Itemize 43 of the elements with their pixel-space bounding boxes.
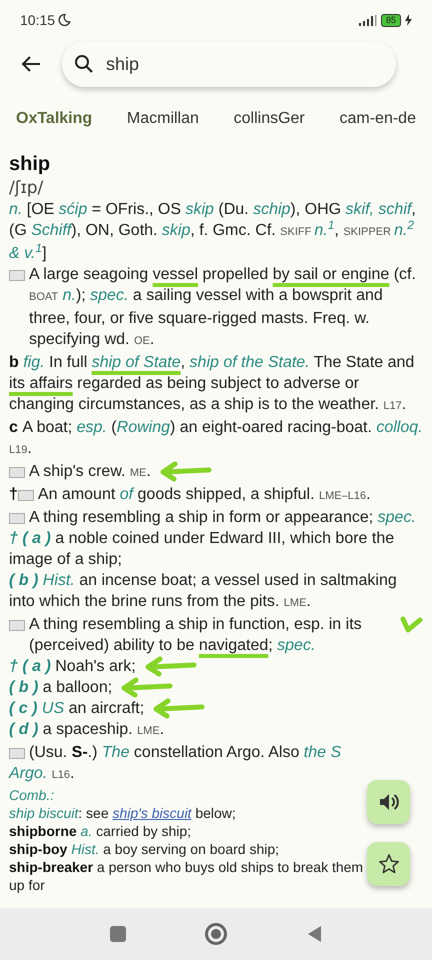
combination-text: ship-breaker a person who buys old ships to break them up for [9,858,364,894]
dictionary-tab[interactable]: OxTalking [8,101,100,137]
signal-icon [358,14,377,26]
favorite-button[interactable] [367,842,410,886]
definition-text: ( b ) Hist. an incense boat; a vessel used in saltmaking into which the brine runs from the pits. LME. [9,571,398,612]
dagger-mark: † [9,485,18,505]
back-nav-button[interactable] [306,925,322,943]
definition-text: b fig. In full ship of State, ship of the State. The State and its affairs regarded as being subject to adverse or changing circumstances, as a ship is to the weather. L17. [9,353,416,415]
definition-text: A ship's crew. ME. [29,462,151,482]
star-icon [378,853,400,875]
dictionary-tab[interactable]: Macmillan [118,101,207,137]
charging-icon [405,14,412,26]
moon-icon [57,13,72,27]
definition-text: (Usu. S-.) The constellation Argo. Also the S [29,743,342,763]
definition-text: c A boat; esp. (Rowing) an eight-oared racing-boat. colloq. L19. [9,418,423,459]
combination-text: ship biscuit: see ship's biscuit below; [9,804,236,822]
dictionary-tab[interactable]: cam-en-de [331,101,424,137]
search-field[interactable]: ship [62,41,396,87]
definition-text: ( b ) a balloon; [9,678,112,698]
combination-text: Comb.: [9,786,54,804]
definition-text: A large seagoing vessel propelled by sail or engine (cf. BOAT n.); spec. a sailing vessel with a bowsprit and three, four, or five square-rigged masts. Freq. w. specifying wd. OE. [29,265,417,350]
definition-text: A thing resembling a ship in function, esp. in its (perceived) ability to be navigated; spec. [29,615,363,656]
status-time: 10:15 [20,10,56,30]
headword: ship [9,152,52,177]
speaker-icon [378,792,400,812]
recent-apps-button[interactable] [110,926,126,942]
definition-text: ( c ) US an aircraft; [9,699,144,719]
home-button[interactable] [204,923,227,945]
definition-text: † ( a ) a noble coined under Edward III, which bore the image of a ship; [9,529,396,570]
dictionary-tab[interactable]: collinsGer [226,101,313,137]
battery-level: 85 [380,14,401,26]
definition-text: ( d ) a spaceship. LME. [9,720,164,740]
combination-text: ship-boy Hist. a boy serving on board ship; [9,840,280,858]
search-icon [74,54,94,74]
speaker-button[interactable] [367,780,410,824]
definition-text: An amount of goods shipped, a shipful. LME–L16. [38,485,371,505]
back-arrow-icon [21,55,41,73]
cross-reference-link[interactable]: ship's biscuit [112,805,192,821]
definition-text: † ( a ) Noah's ark; [9,657,136,677]
definition-text: Argo. L16. [9,764,74,784]
combination-text: shipborne a. carried by ship; [9,822,192,840]
definition-text: A thing resembling a ship in form or appearance; spec. [29,508,416,528]
pronunciation: /ʃɪp/ [9,177,44,199]
